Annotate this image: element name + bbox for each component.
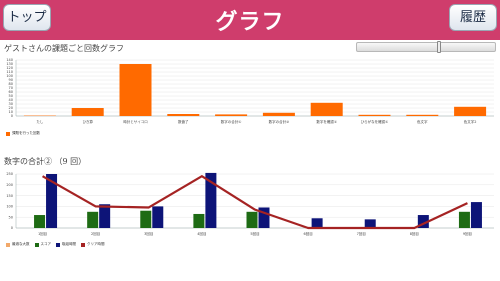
y-tick-label: 100: [6, 205, 13, 209]
chart1-legend: 課題を行った回数: [6, 131, 40, 136]
x-tick-label: 色文字2: [464, 119, 477, 124]
legend-item: クリア時間: [81, 242, 105, 247]
legend-label: 課題を行った回数: [12, 131, 40, 135]
bar: [262, 112, 295, 116]
y-tick-label: 250: [6, 172, 13, 176]
x-tick-label: たし: [36, 119, 43, 124]
y-tick-label: 140: [6, 58, 13, 62]
x-tick-label: ひき算: [82, 119, 93, 124]
y-tick-label: 0: [11, 114, 13, 118]
top-button[interactable]: トップ: [3, 4, 51, 31]
x-tick-label: 色文字: [417, 119, 428, 124]
bar: [311, 218, 323, 228]
chart2-title: 数字の合計②: [4, 157, 52, 166]
x-tick-label: 2回目: [91, 231, 100, 236]
y-tick-label: 0: [11, 226, 13, 230]
bar: [140, 210, 152, 228]
x-tick-label: 数字の合計②: [269, 119, 290, 124]
chart2-plot: 0 50 100 150 200 250 1回目 2回目 3回目 4回目 5回目 6回目 7回目 8回目 9…: [6, 172, 494, 236]
bar: [167, 114, 200, 116]
chart1-title: ゲストさんの課題ごと回数グラフ: [4, 44, 124, 53]
chart2-title-row: 数字の合計② （9 回）: [4, 156, 86, 167]
legend-swatch: [6, 131, 10, 136]
x-tick-label: 7回目: [357, 231, 366, 236]
legend-swatch: [56, 242, 60, 247]
x-tick-label: 3回目: [144, 231, 153, 236]
x-tick-label: ひらがなを確認①: [361, 119, 389, 124]
bar: [34, 215, 46, 228]
bar: [246, 211, 258, 228]
y-tick-label: 70: [9, 86, 13, 90]
y-tick-label: 50: [9, 215, 13, 219]
chart1-plot: 0102030405060708090100110120130140 たし ひき算 時…: [6, 58, 494, 124]
y-tick-label: 40: [9, 98, 13, 102]
bar: [215, 114, 248, 116]
legend-swatch: [81, 242, 85, 247]
y-tick-label: 130: [6, 62, 13, 66]
bar: [454, 106, 487, 116]
x-tick-label: 4回目: [197, 231, 206, 236]
y-tick-label: 90: [9, 78, 13, 82]
x-tick-label: 6回目: [303, 231, 312, 236]
bar: [470, 202, 482, 228]
bar: [87, 211, 99, 228]
bar: [193, 213, 205, 228]
legend-swatch: [6, 242, 10, 247]
x-tick-label: 9回目: [463, 231, 472, 236]
bar: [99, 204, 111, 228]
legend-item: 課題を行った回数: [6, 131, 40, 136]
y-tick-label: 100: [6, 74, 13, 78]
legend-item: スコア: [34, 242, 52, 247]
y-tick-label: 50: [9, 94, 13, 98]
legend-label: 最適な大数: [12, 242, 30, 246]
legend-item: 取組時間: [56, 242, 76, 247]
y-tick-label: 30: [9, 102, 13, 106]
page-title: グラフ: [215, 10, 285, 35]
header-bar: グラフ トップ 履歴: [0, 0, 500, 40]
bar: [119, 64, 152, 116]
bar: [358, 114, 391, 116]
x-tick-label: 数字の合計①: [221, 119, 242, 124]
x-tick-label: 1回目: [38, 231, 47, 236]
y-tick-label: 200: [6, 183, 13, 187]
y-tick-label: 10: [9, 110, 13, 114]
chart2-legend: 最適な大数 スコア 取組時間 クリア時間: [6, 242, 105, 247]
legend-label: クリア時間: [87, 242, 105, 246]
bar: [152, 206, 164, 228]
legend-label: スコア: [40, 242, 52, 246]
chart2-count: （9 回）: [54, 157, 87, 166]
y-tick-label: 80: [9, 82, 13, 86]
bar: [310, 102, 343, 116]
x-tick-label: 5回目: [250, 231, 259, 236]
legend-swatch: [34, 242, 39, 247]
x-tick-label: 数値了: [178, 119, 189, 124]
legend-item: 最適な大数: [6, 242, 30, 247]
slider-thumb[interactable]: [437, 41, 441, 53]
legend-label: 取組時間: [62, 242, 76, 246]
y-tick-label: 150: [6, 194, 13, 198]
x-tick-label: 数字を確認①: [316, 119, 337, 124]
history-button[interactable]: 履歴: [449, 4, 497, 31]
bar: [71, 108, 104, 116]
y-tick-label: 120: [6, 66, 13, 70]
bar: [458, 211, 470, 228]
y-tick-label: 20: [9, 106, 13, 110]
x-tick-label: 時計とサイコロ: [123, 119, 148, 124]
bar: [406, 114, 439, 116]
bar: [364, 219, 376, 228]
chart-slider[interactable]: [356, 41, 496, 53]
y-tick-label: 110: [6, 70, 13, 74]
y-tick-label: 60: [9, 90, 13, 94]
x-tick-label: 8回目: [410, 231, 419, 236]
